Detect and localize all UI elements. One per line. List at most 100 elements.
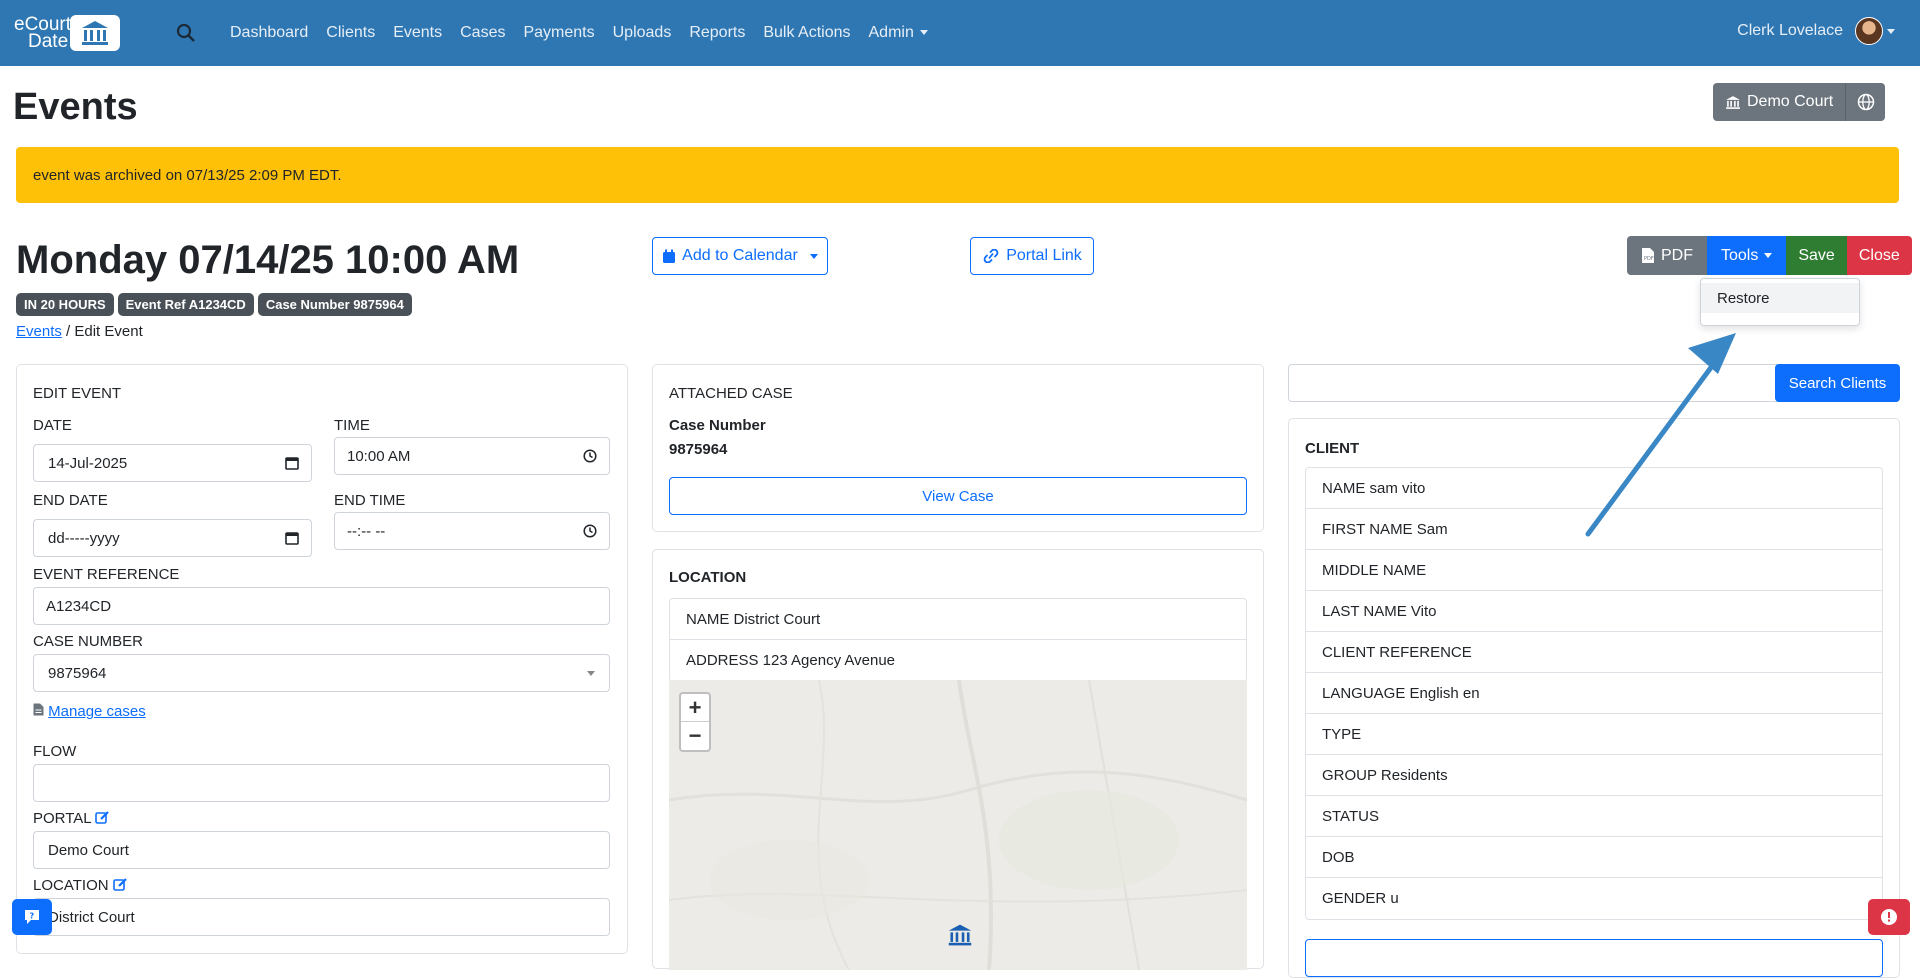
portal-field[interactable]: Demo Court bbox=[33, 831, 610, 869]
add-to-calendar-button[interactable]: Add to Calendar bbox=[652, 237, 828, 275]
client-details-list: NAME sam vito FIRST NAME Sam MIDDLE NAME… bbox=[1305, 467, 1883, 920]
search-icon[interactable] bbox=[175, 22, 197, 44]
location-field[interactable]: District Court bbox=[33, 898, 610, 936]
archived-alert: event was archived on 07/13/25 2:09 PM E… bbox=[16, 147, 1899, 203]
nav-dashboard[interactable]: Dashboard bbox=[230, 24, 308, 42]
chat-question-icon: ? bbox=[25, 910, 39, 924]
edit-event-heading: EDIT EVENT bbox=[33, 385, 122, 402]
client-heading: CLIENT bbox=[1305, 440, 1360, 457]
globe-icon bbox=[1857, 93, 1874, 111]
error-report-button[interactable] bbox=[1868, 899, 1910, 935]
tools-label: Tools bbox=[1721, 246, 1759, 264]
date-value: 14-Jul-2025 bbox=[48, 454, 128, 472]
flow-field[interactable] bbox=[33, 764, 610, 802]
brand-line-2: Date bbox=[28, 31, 69, 52]
client-reference-row: CLIENT REFERENCE bbox=[1306, 632, 1882, 673]
client-group-row: GROUP Residents bbox=[1306, 755, 1882, 796]
client-name-row: NAME sam vito bbox=[1306, 468, 1882, 509]
portal-link-label: Portal Link bbox=[1006, 247, 1082, 264]
client-search-input[interactable] bbox=[1288, 364, 1778, 402]
edit-icon[interactable] bbox=[112, 877, 128, 892]
portal-label: PORTAL bbox=[33, 810, 110, 827]
add-to-calendar-label: Add to Calendar bbox=[682, 247, 798, 264]
court-selector: Demo Court bbox=[1713, 83, 1886, 121]
manage-cases[interactable]: Manage cases bbox=[33, 703, 146, 720]
location-address-row: ADDRESS 123 Agency Avenue bbox=[686, 652, 896, 669]
client-status-row: STATUS bbox=[1306, 796, 1882, 837]
end-date-label: END DATE bbox=[33, 492, 108, 509]
date-field[interactable]: 14-Jul-2025 bbox=[33, 444, 312, 482]
time-field[interactable]: 10:00 AM bbox=[334, 437, 610, 475]
globe-button[interactable] bbox=[1845, 83, 1886, 121]
nav-reports[interactable]: Reports bbox=[689, 24, 745, 42]
client-dob-row: DOB bbox=[1306, 837, 1882, 878]
save-button[interactable]: Save bbox=[1786, 236, 1847, 275]
end-date-field[interactable]: dd-----yyyy bbox=[33, 519, 312, 557]
tools-dropdown-button[interactable]: Tools bbox=[1707, 236, 1787, 275]
feedback-button[interactable]: ? bbox=[12, 899, 52, 935]
user-menu[interactable]: Clerk Lovelace bbox=[1737, 17, 1895, 45]
brand-logo[interactable]: eCourt Date bbox=[14, 14, 128, 52]
search-clients-button[interactable]: Search Clients bbox=[1775, 364, 1900, 402]
attached-case-number-label: Case Number bbox=[669, 417, 766, 434]
nav-events[interactable]: Events bbox=[393, 24, 442, 42]
view-case-button[interactable]: View Case bbox=[669, 477, 1247, 515]
end-time-field[interactable]: --:-- -- bbox=[334, 512, 610, 550]
attached-case-number-value: 9875964 bbox=[669, 441, 728, 458]
location-map[interactable]: + − bbox=[669, 680, 1247, 970]
client-card: CLIENT NAME sam vito FIRST NAME Sam MIDD… bbox=[1288, 418, 1900, 978]
status-badge: IN 20 HOURS bbox=[16, 293, 114, 316]
file-pdf-icon: PDF bbox=[1642, 248, 1654, 263]
exclamation-circle-icon bbox=[1881, 909, 1897, 925]
demo-court-button[interactable]: Demo Court bbox=[1713, 83, 1846, 121]
portal-link-button[interactable]: Portal Link bbox=[970, 237, 1094, 275]
edit-event-card: EDIT EVENT DATE 14-Jul-2025 TIME 10:00 A… bbox=[16, 364, 628, 954]
edit-icon[interactable] bbox=[95, 810, 110, 825]
courthouse-icon bbox=[70, 15, 120, 51]
nav-admin-label: Admin bbox=[868, 24, 914, 41]
chevron-down-icon bbox=[919, 30, 928, 36]
zoom-out-button[interactable]: − bbox=[681, 722, 709, 750]
nav-payments[interactable]: Payments bbox=[523, 24, 594, 42]
calendar-icon[interactable] bbox=[285, 531, 299, 545]
manage-cases-link[interactable]: Manage cases bbox=[48, 703, 146, 720]
nav-clients[interactable]: Clients bbox=[326, 24, 375, 42]
nav-cases[interactable]: Cases bbox=[460, 24, 505, 42]
calendar-icon[interactable] bbox=[285, 456, 299, 470]
calendar-icon bbox=[663, 249, 676, 263]
courthouse-marker-icon[interactable] bbox=[947, 922, 973, 948]
restore-menu-item[interactable]: Restore bbox=[1701, 283, 1859, 313]
clock-icon[interactable] bbox=[583, 449, 597, 463]
clock-icon[interactable] bbox=[583, 524, 597, 538]
breadcrumb-events-link[interactable]: Events bbox=[16, 323, 62, 340]
case-number-select[interactable]: 9875964 bbox=[33, 654, 610, 692]
zoom-in-button[interactable]: + bbox=[681, 694, 709, 722]
event-action-buttons: PDF PDF Tools Save Close bbox=[1627, 236, 1912, 275]
client-gender-row: GENDER u bbox=[1322, 890, 1399, 907]
event-datetime: Monday 07/14/25 10:00 AM bbox=[16, 238, 520, 282]
main-nav: Dashboard Clients Events Cases Payments … bbox=[230, 0, 946, 66]
pdf-button[interactable]: PDF PDF bbox=[1627, 236, 1707, 275]
portal-value: Demo Court bbox=[48, 841, 129, 859]
event-badges: IN 20 HOURS Event Ref A1234CD Case Numbe… bbox=[16, 293, 412, 316]
end-date-value: dd-----yyyy bbox=[48, 529, 120, 547]
brand-text: eCourt Date bbox=[14, 15, 76, 52]
file-icon bbox=[33, 703, 44, 716]
location-details-list: NAME District Court ADDRESS 123 Agency A… bbox=[669, 598, 1247, 682]
nav-admin[interactable]: Admin bbox=[869, 24, 928, 42]
alert-text: event was archived on 07/13/25 2:09 PM E… bbox=[33, 166, 342, 184]
location-heading: LOCATION bbox=[669, 569, 747, 586]
nav-uploads[interactable]: Uploads bbox=[613, 24, 672, 42]
flow-label: FLOW bbox=[33, 743, 77, 760]
attached-case-heading: ATTACHED CASE bbox=[669, 385, 793, 402]
location-value: District Court bbox=[48, 908, 135, 926]
end-time-value: --:-- -- bbox=[347, 522, 386, 540]
close-button[interactable]: Close bbox=[1846, 236, 1912, 275]
nav-bulk-actions[interactable]: Bulk Actions bbox=[763, 24, 850, 42]
end-time-label: END TIME bbox=[334, 492, 406, 509]
location-name-row: NAME District Court bbox=[670, 599, 1246, 640]
chevron-down-icon bbox=[1764, 253, 1773, 258]
map-zoom-control: + − bbox=[679, 692, 711, 752]
event-reference-field[interactable]: A1234CD bbox=[33, 587, 610, 625]
svg-text:?: ? bbox=[30, 912, 35, 921]
